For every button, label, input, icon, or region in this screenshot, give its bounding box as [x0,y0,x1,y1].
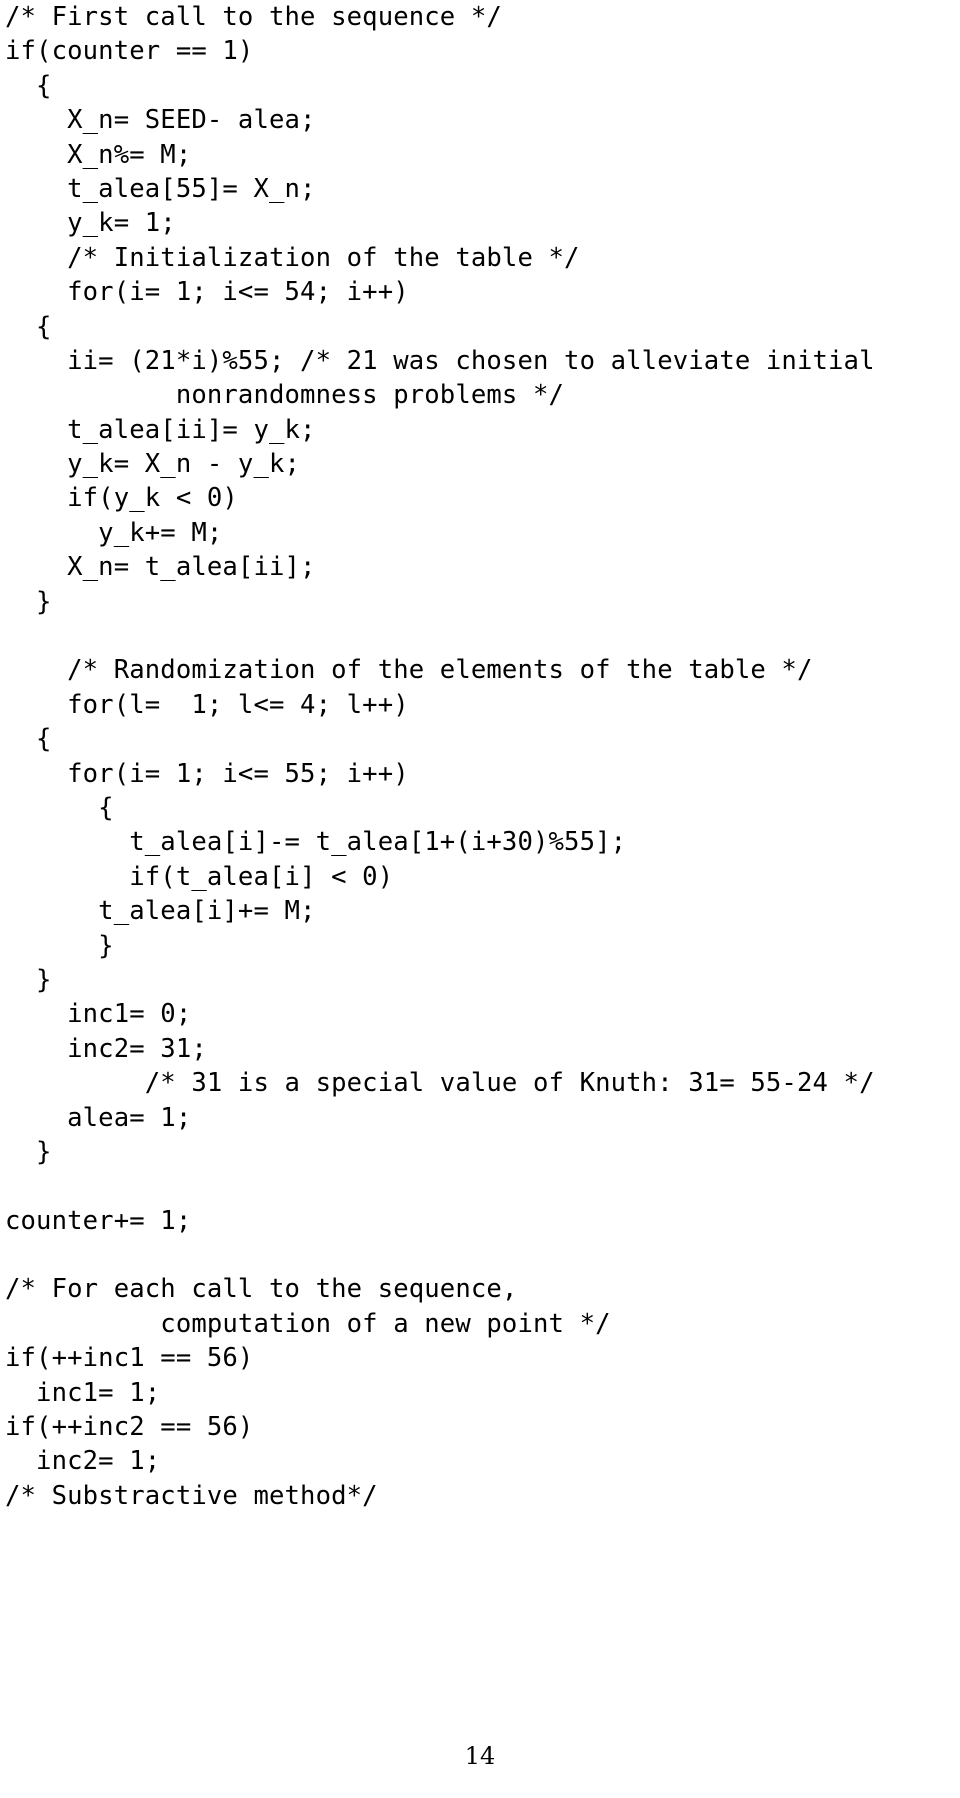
code-line: inc1= 1; [5,1377,161,1408]
code-line: y_k+= M; [5,517,223,548]
code-line: /* 31 is a special value of Knuth: 31= 5… [5,1068,875,1099]
code-line: if(++inc1 == 56) [5,1343,254,1374]
code-line: nonrandomness problems */ [5,380,565,411]
code-line: { [5,70,52,101]
code-line: y_k= X_n - y_k; [5,449,301,480]
code-line: if(t_alea[i] < 0) [5,861,394,892]
code-line: /* Initialization of the table */ [5,242,580,273]
code-line: { [5,724,52,755]
code-line: if(y_k < 0) [5,483,238,514]
code-line: inc1= 0; [5,999,192,1030]
code-line: { [5,792,114,823]
code-line: for(i= 1; i<= 54; i++) [5,277,409,308]
code-line: X_n= SEED- alea; [5,105,316,136]
code-line: t_alea[i]-= t_alea[1+(i+30)%55]; [5,827,627,858]
code-line: if(counter == 1) [5,36,254,67]
code-line: alea= 1; [5,1102,192,1133]
code-line: inc2= 1; [5,1446,161,1477]
code-line: if(++inc2 == 56) [5,1412,254,1443]
code-line: X_n%= M; [5,139,192,170]
code-listing: /* First call to the sequence */ if(count… [5,0,955,1513]
code-line: /* First call to the sequence */ [5,2,502,32]
code-line: for(i= 1; i<= 55; i++) [5,758,409,789]
code-line: X_n= t_alea[ii]; [5,552,316,583]
code-line: counter+= 1; [5,1205,192,1236]
code-line: t_alea[i]+= M; [5,896,316,927]
code-line: computation of a new point */ [5,1308,611,1339]
document-page: /* First call to the sequence */ if(count… [0,0,960,1798]
code-line: } [5,586,52,617]
code-line: { [5,311,52,342]
code-line: y_k= 1; [5,208,176,239]
code-line: } [5,930,114,961]
code-line: t_alea[ii]= y_k; [5,414,316,445]
code-line: /* For each call to the sequence, [5,1274,518,1305]
code-line: /* Randomization of the elements of the … [5,655,813,686]
code-line: ii= (21*i)%55; /* 21 was chosen to allev… [5,345,875,376]
code-line: inc2= 31; [5,1033,207,1064]
code-line: for(l= 1; l<= 4; l++) [5,689,409,720]
code-line: } [5,1136,52,1167]
code-line: /* Substractive method*/ [5,1480,378,1511]
page-number: 14 [464,1742,496,1770]
code-line: t_alea[55]= X_n; [5,173,316,204]
code-line: } [5,964,52,995]
